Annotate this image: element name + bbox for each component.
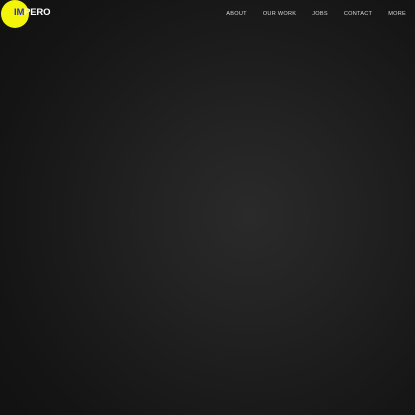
page: IMPERO ABOUT OUR WORK JOBS CONTACT MORE (0, 0, 415, 415)
nav-item-jobs[interactable]: JOBS (312, 10, 328, 18)
logo-text: IMPERO (14, 7, 50, 19)
nav-item-our-work[interactable]: OUR WORK (263, 10, 296, 18)
main-nav: ABOUT OUR WORK JOBS CONTACT MORE (226, 9, 406, 19)
logo-text-highlight: IM (14, 7, 25, 18)
logo-text-rest: PERO (24, 7, 51, 18)
site-header: IMPERO ABOUT OUR WORK JOBS CONTACT MORE (0, 0, 415, 30)
nav-item-about[interactable]: ABOUT (226, 10, 247, 18)
impero-logo-link[interactable]: IMPERO (0, 0, 60, 30)
nav-item-more[interactable]: MORE (388, 10, 406, 18)
nav-item-contact[interactable]: CONTACT (344, 10, 372, 18)
